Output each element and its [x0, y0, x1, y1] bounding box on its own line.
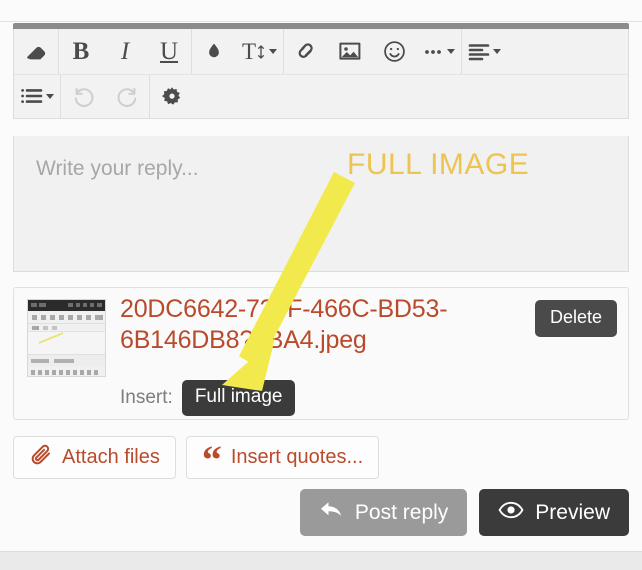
link-icon[interactable]	[284, 29, 328, 74]
attachment-filename[interactable]: 20DC6642-7?0F-466C-BD53-6B146DB8??BA4.jp…	[120, 294, 490, 356]
thumbnail-toolbar-row-3	[28, 366, 105, 376]
paperclip-icon	[29, 443, 53, 473]
text-color-icon[interactable]	[192, 29, 236, 74]
undo-icon	[61, 75, 105, 118]
primary-actions: Post reply Preview	[288, 489, 629, 536]
insert-label: Insert:	[120, 387, 173, 408]
attach-files-button[interactable]: Attach files	[13, 436, 176, 479]
align-icon[interactable]	[462, 29, 507, 74]
thumbnail-toolbar-row	[28, 311, 105, 324]
thumbnail-toolbar-row-2	[28, 324, 105, 332]
eraser-icon[interactable]	[14, 29, 58, 74]
smiley-icon[interactable]	[372, 29, 416, 74]
attachment-panel: 20DC6642-7?0F-466C-BD53-6B146DB8??BA4.jp…	[13, 287, 629, 420]
quote-icon: “	[201, 436, 222, 482]
toolbar-group	[284, 29, 463, 74]
toolbar-group	[61, 75, 150, 118]
full-image-button[interactable]: Full image	[181, 380, 296, 416]
delete-attachment-button[interactable]: Delete	[534, 300, 617, 337]
chevron-down-icon	[269, 49, 278, 54]
italic-icon[interactable]: I	[103, 29, 147, 74]
list-icon[interactable]	[14, 75, 60, 118]
insert-quotes-label: Insert quotes...	[230, 446, 364, 468]
toolbar-group	[150, 75, 628, 118]
bold-icon[interactable]: B	[59, 29, 103, 74]
chevron-down-icon	[46, 94, 54, 99]
more-options-icon[interactable]	[416, 29, 461, 74]
chevron-down-icon	[493, 49, 502, 54]
insert-quotes-button[interactable]: “ Insert quotes...	[185, 436, 380, 482]
attach-files-label: Attach files	[62, 446, 160, 468]
reply-input[interactable]: Write your reply...	[13, 136, 629, 272]
post-reply-button[interactable]: Post reply	[299, 489, 468, 536]
toolbar-group: T	[192, 29, 285, 74]
post-reply-label: Post reply	[354, 500, 449, 524]
page-footer-strip	[0, 551, 642, 570]
reply-arrow-icon	[319, 499, 344, 527]
page-top-strip	[0, 0, 642, 22]
composer: BIUT	[13, 23, 629, 119]
settings-gear-icon[interactable]	[150, 75, 194, 118]
toolbar-group	[462, 29, 628, 74]
eye-icon	[498, 500, 524, 526]
secondary-actions: Attach files “ Insert quotes...	[13, 436, 389, 479]
attachment-thumbnail[interactable]	[27, 299, 106, 377]
underline-icon[interactable]: U	[147, 29, 191, 74]
chevron-down-icon	[447, 49, 456, 54]
toolbar-row-primary: BIUT	[14, 29, 628, 74]
toolbar-group	[14, 29, 59, 74]
thumbnail-header-bar	[28, 300, 105, 311]
toolbar-group	[14, 75, 61, 118]
reply-composer-screen: BIUT Write your reply... 20DC6642-7?0F-4…	[0, 0, 642, 570]
preview-button[interactable]: Preview	[479, 489, 629, 536]
thumbnail-body	[28, 332, 105, 354]
editor-toolbar: BIUT	[13, 29, 629, 119]
font-size-icon[interactable]: T	[236, 29, 283, 74]
thumbnail-annotation-arrow	[38, 332, 64, 344]
toolbar-row-secondary	[14, 74, 628, 118]
redo-icon	[105, 75, 149, 118]
reply-placeholder-text: Write your reply...	[36, 157, 199, 180]
thumbnail-footer	[28, 354, 105, 372]
toolbar-group: BIU	[59, 29, 192, 74]
insert-row: Insert: Full image	[120, 380, 296, 416]
image-icon[interactable]	[328, 29, 372, 74]
preview-label: Preview	[535, 500, 610, 524]
